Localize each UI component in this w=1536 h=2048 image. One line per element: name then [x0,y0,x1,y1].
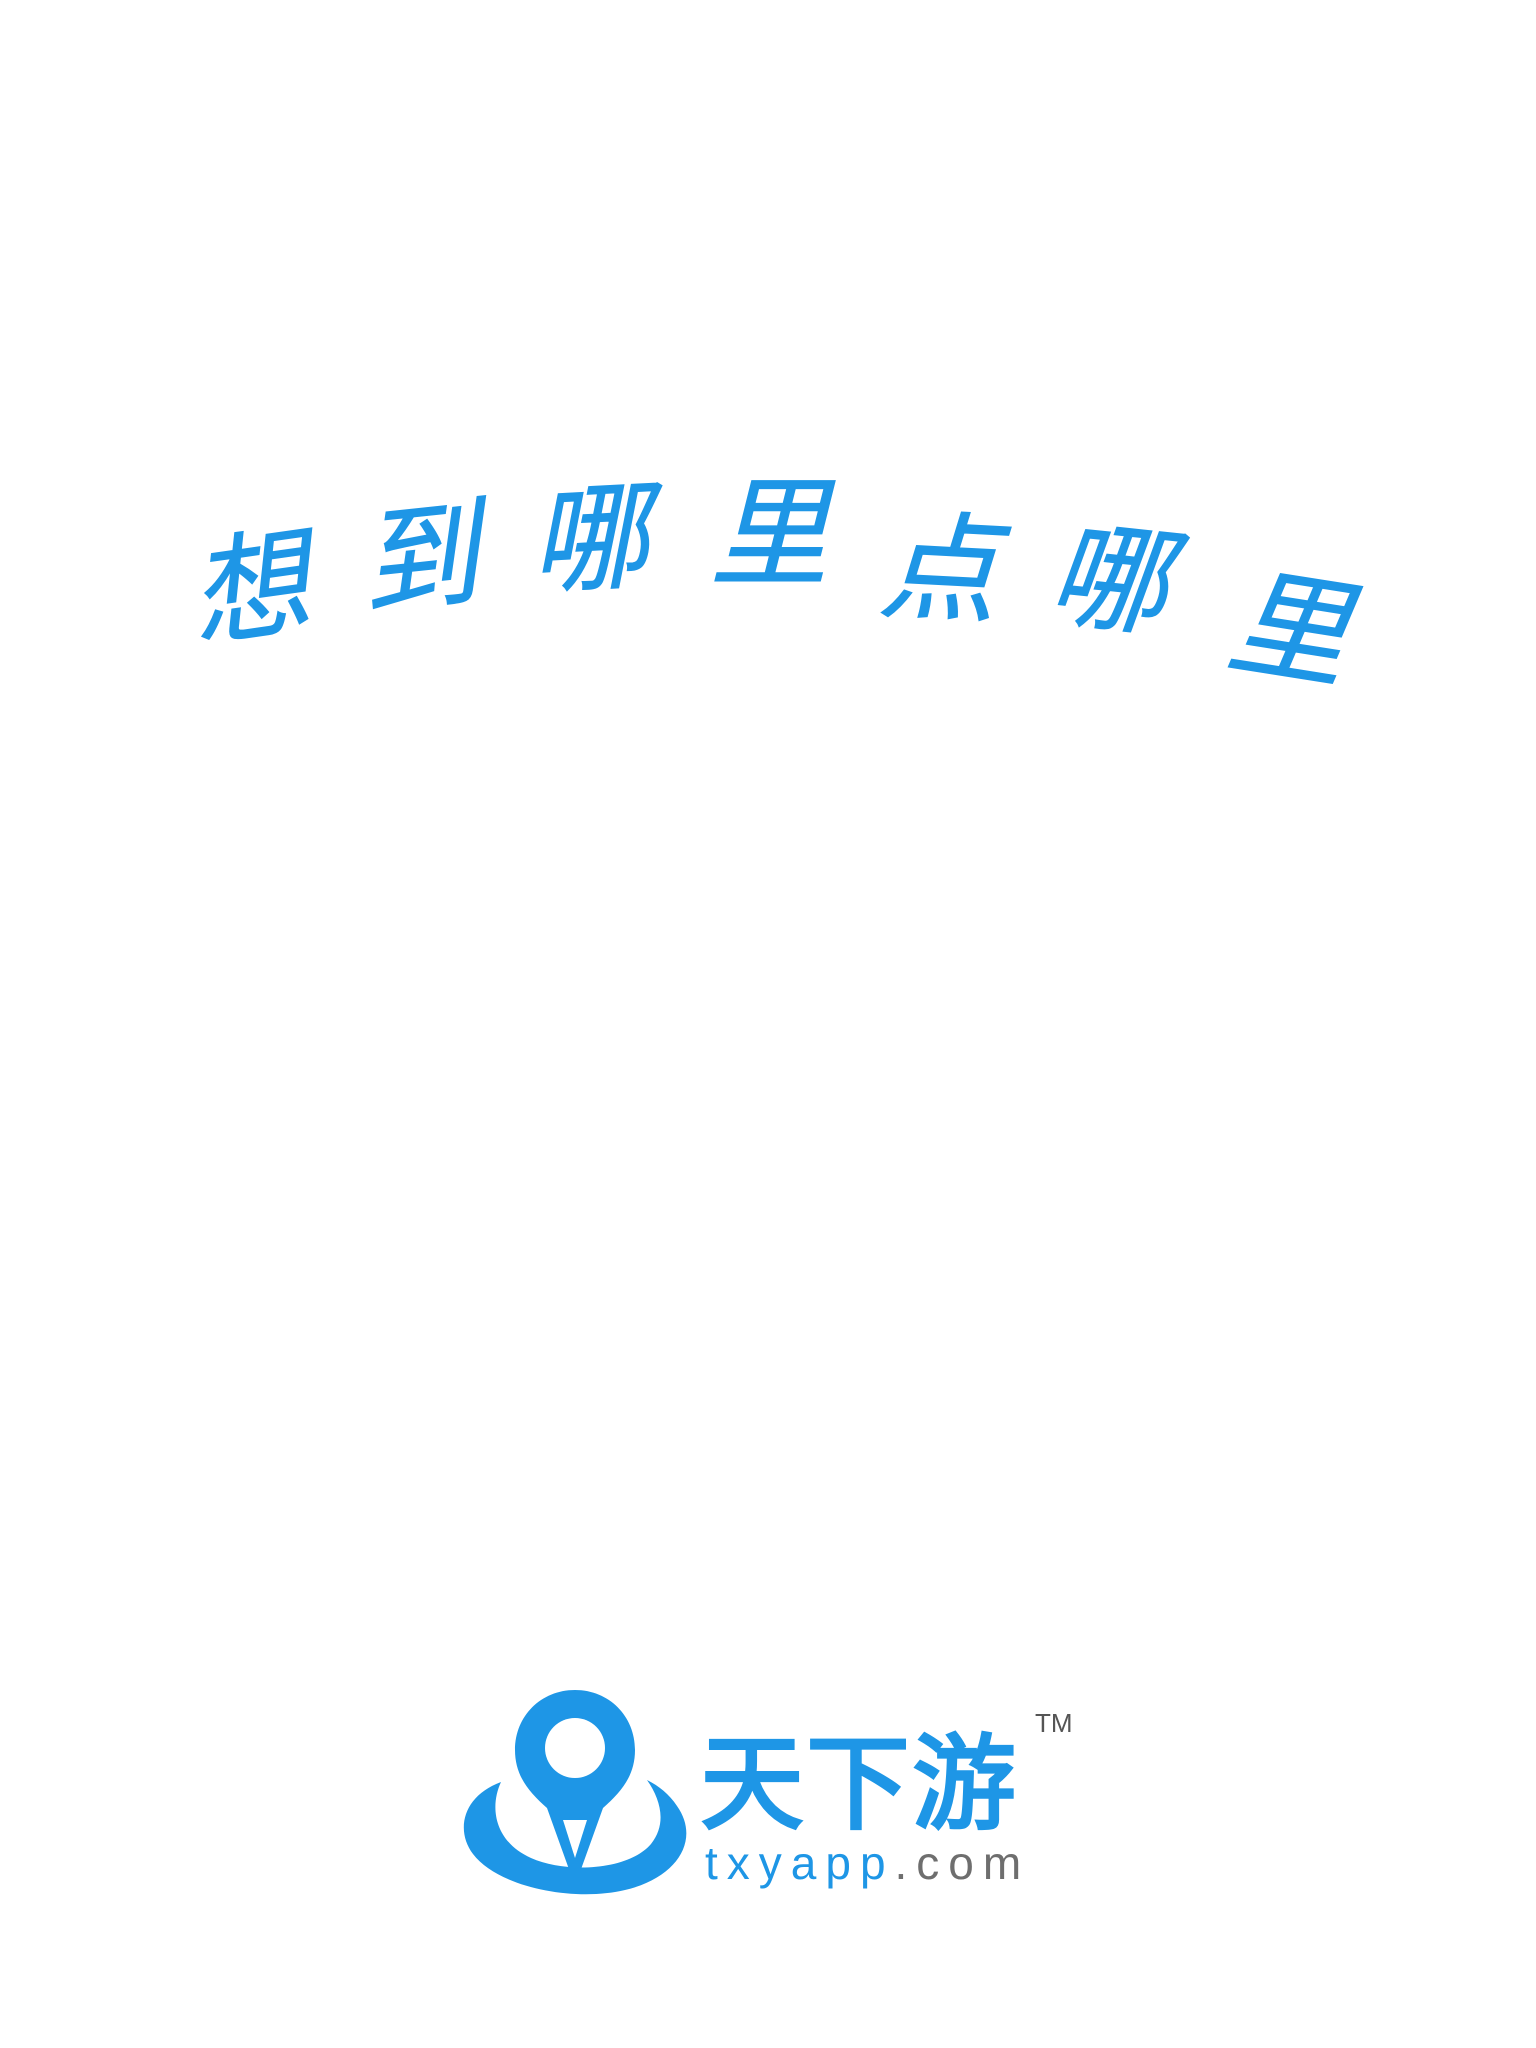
splash-screen: 想 到 哪 里 点 哪 里 天下游 TM txyapp.com [0,0,1536,2048]
slogan-char: 里 [709,465,829,603]
slogan: 想 到 哪 里 点 哪 里 [180,465,1370,710]
slogan-char: 哪 [1043,504,1176,655]
slogan-char: 里 [1219,551,1359,707]
brand-name: 天下游 [700,1723,1019,1845]
slogan-char: 想 [180,512,318,666]
slogan-char: 哪 [526,467,652,612]
brand-domain: txyapp.com [705,1840,1030,1886]
slogan-char: 点 [876,497,1002,642]
brand-logo: 天下游 TM txyapp.com [455,1690,1095,1910]
domain-suffix: .com [894,1837,1031,1889]
slogan-char: 到 [353,484,486,635]
domain-main: txyapp [705,1837,895,1889]
trademark-mark: TM [1035,1708,1073,1738]
location-pin-icon [463,1690,687,1895]
